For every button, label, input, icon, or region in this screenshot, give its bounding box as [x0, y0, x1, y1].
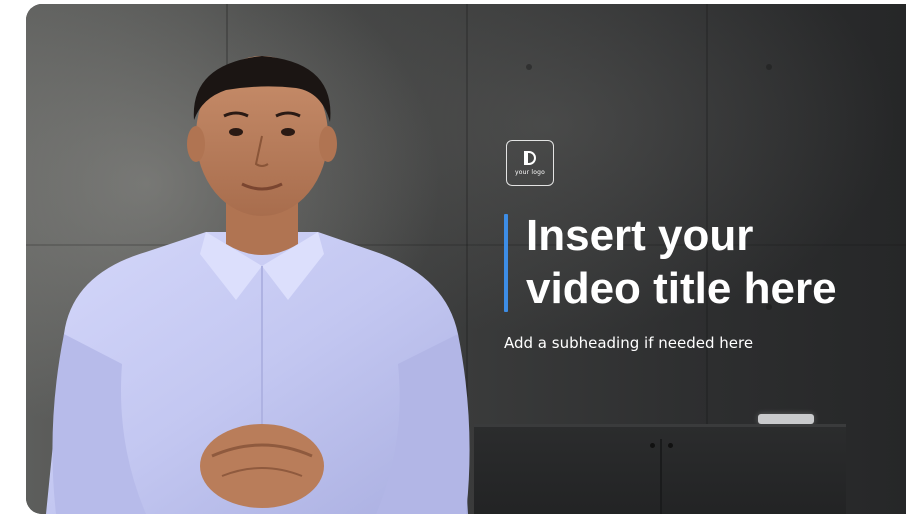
clasped-hands [200, 424, 324, 508]
ear-left [187, 126, 205, 162]
ear-right [319, 126, 337, 162]
title-line-2: video title here [526, 264, 837, 313]
cabinet-knob [668, 443, 673, 448]
cabinet-object [758, 414, 814, 424]
cabinet-door-divider [660, 439, 662, 514]
cabinet [474, 424, 846, 514]
presenter-figure [46, 56, 470, 514]
title-line-1: Insert your [526, 211, 754, 260]
wall-tie-hole [526, 64, 532, 70]
title-accent-bar [504, 214, 508, 312]
eye-left [229, 128, 243, 136]
wall-tie-hole [766, 64, 772, 70]
logo-placeholder: your logo [506, 140, 554, 186]
video-title: Insert your video title here [526, 209, 906, 315]
eye-right [281, 128, 295, 136]
video-subheading: Add a subheading if needed here [504, 334, 754, 352]
video-thumbnail[interactable]: your logo Insert your video title here A… [26, 4, 906, 514]
logo-icon [524, 150, 536, 165]
cabinet-knob [650, 443, 655, 448]
logo-text: your logo [514, 168, 546, 176]
